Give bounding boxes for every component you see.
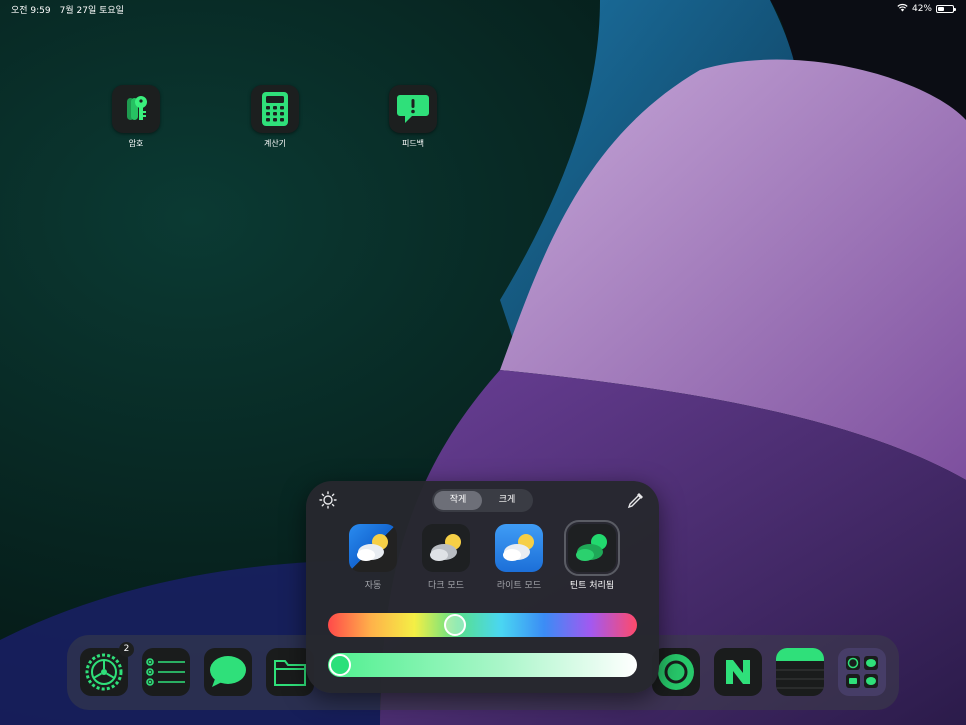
weather-tinted-icon <box>564 520 620 576</box>
app-folder-icon[interactable] <box>838 648 886 696</box>
status-time: 오전 9:59 <box>11 6 51 16</box>
style-label: 틴트 처리됨 <box>569 581 615 591</box>
calculator-icon <box>251 85 299 133</box>
style-label: 라이트 모드 <box>496 581 542 591</box>
hue-slider-knob[interactable] <box>444 614 467 636</box>
keys-icon <box>112 85 160 133</box>
style-dark[interactable]: 다크 모드 <box>411 524 481 591</box>
settings-badge: 2 <box>119 642 134 657</box>
reminders-icon[interactable] <box>142 648 190 696</box>
style-label: 다크 모드 <box>428 581 464 591</box>
weather-dark-icon <box>422 524 470 572</box>
saturation-slider-knob[interactable] <box>329 654 351 676</box>
size-option-small[interactable]: 작게 <box>434 491 482 510</box>
customize-panel: 작게 크게 자동 다크 모드 라이트 모드 틴트 처리됨 <box>306 481 659 693</box>
notes-icon[interactable] <box>776 648 824 696</box>
app-label: 암호 <box>128 139 144 148</box>
feedback-icon <box>389 85 437 133</box>
brightness-icon[interactable] <box>319 491 337 513</box>
style-tinted[interactable]: 틴트 처리됨 <box>557 520 627 591</box>
style-light[interactable]: 라이트 모드 <box>484 524 554 591</box>
saturation-slider[interactable] <box>328 653 637 677</box>
messages-icon[interactable] <box>204 648 252 696</box>
app-calculator[interactable]: 계산기 <box>245 85 305 149</box>
style-auto[interactable]: 자동 <box>338 524 408 591</box>
style-label: 자동 <box>364 581 382 591</box>
status-date: 7월 27일 토요일 <box>59 6 124 16</box>
size-option-large[interactable]: 크게 <box>483 491 531 510</box>
battery-percent: 42% <box>911 4 932 14</box>
circle-app-icon[interactable] <box>652 648 700 696</box>
weather-light-icon <box>495 524 543 572</box>
settings-icon[interactable]: 2 <box>80 642 134 696</box>
eyedropper-icon[interactable] <box>627 491 645 513</box>
app-label: 계산기 <box>263 139 287 148</box>
app-label: 피드백 <box>401 139 425 148</box>
hue-slider[interactable] <box>328 613 637 637</box>
size-segmented-control: 작게 크게 <box>432 489 533 512</box>
app-feedback[interactable]: 피드백 <box>383 85 443 149</box>
battery-icon <box>936 5 956 13</box>
naver-icon[interactable] <box>714 648 762 696</box>
weather-auto-icon <box>349 524 397 572</box>
app-passwords[interactable]: 암호 <box>106 85 166 149</box>
wifi-icon <box>897 3 908 15</box>
status-bar: 오전 9:59 7월 27일 토요일 42% <box>0 0 966 18</box>
